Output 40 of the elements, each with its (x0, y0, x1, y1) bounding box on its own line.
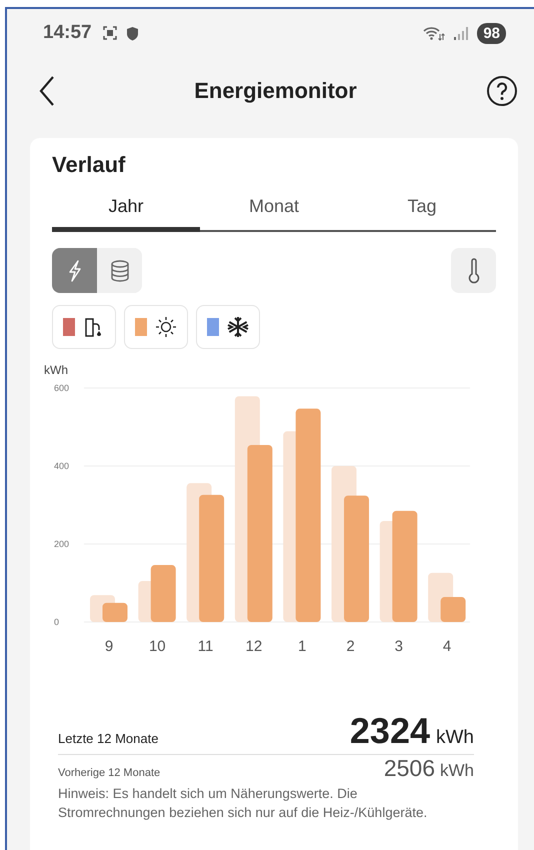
screenshot-icon (102, 25, 118, 41)
x-tick-label: 12 (246, 638, 262, 655)
x-tick-label: 10 (148, 638, 166, 655)
period-tab[interactable]: Tag (348, 188, 496, 232)
legend-chip[interactable] (52, 305, 116, 349)
sun-icon (155, 316, 177, 338)
thermometer-icon (466, 258, 480, 284)
period-tab[interactable]: Monat (200, 188, 348, 232)
note-text: Hinweis: Es handelt sich um Näherungswerte. Die Stromrechnungen beziehen sich nur auf die Heiz-/Kühlgeräte. (58, 785, 428, 822)
y-tick-label: 400 (54, 461, 70, 471)
x-tick-label: 2 (346, 638, 355, 655)
summary-label: Letzte 12 Monate (58, 731, 160, 746)
period-tab[interactable]: Jahr (52, 188, 200, 232)
shield-icon (126, 26, 139, 40)
summary-label: Vorherige 12 Monate (58, 767, 162, 779)
x-tick-label: 1 (298, 638, 306, 655)
x-tick-label: 3 (394, 638, 403, 655)
y-tick-label: 600 (54, 383, 70, 393)
previous-value: 2506 (384, 755, 435, 782)
lightning-button[interactable] (52, 248, 97, 293)
status-time: 14:57 (43, 22, 92, 44)
value-unit: kWh (436, 727, 474, 749)
x-tick-label: 9 (104, 638, 114, 655)
battery-level: 98 (477, 22, 506, 44)
thermometer-button[interactable] (451, 248, 496, 293)
wifi-icon (423, 25, 446, 41)
current-value: 2324 (350, 710, 430, 752)
card-title: Verlauf (52, 152, 126, 178)
snowflake-icon (227, 316, 249, 338)
x-tick-label: 4 (442, 638, 452, 655)
value-unit: kWh (440, 761, 474, 781)
back-button[interactable] (39, 75, 55, 107)
help-button[interactable] (486, 75, 518, 107)
signal-icon (453, 26, 470, 40)
y-tick-label: 200 (54, 539, 70, 549)
axis-unit: kWh (44, 363, 69, 377)
legend-chip[interactable] (196, 305, 260, 349)
x-tick-label: 11 (198, 638, 214, 655)
y-tick-label: 0 (54, 617, 60, 627)
page-title: Energiemonitor (194, 78, 357, 104)
